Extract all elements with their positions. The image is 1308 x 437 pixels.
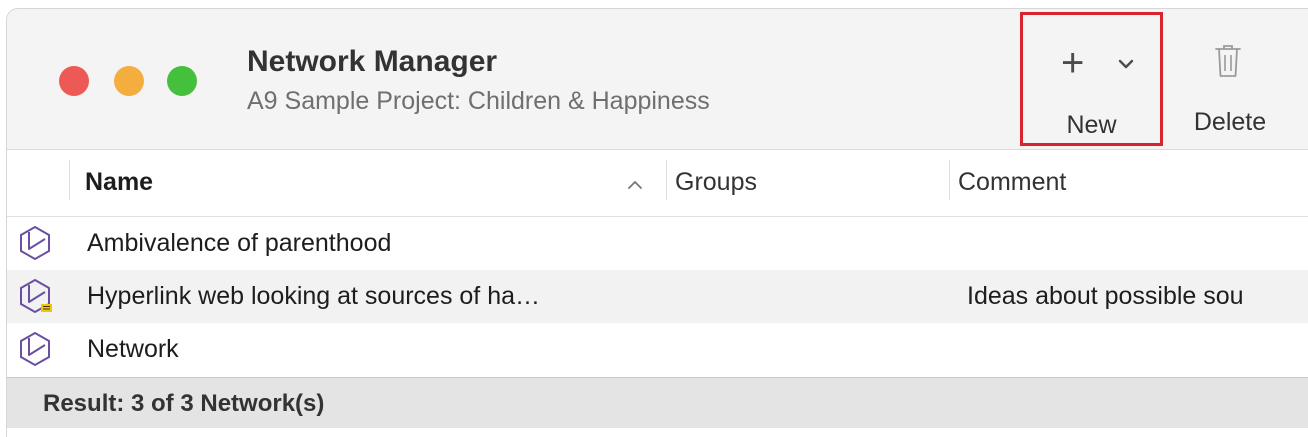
new-button-label: New	[1066, 111, 1117, 139]
column-header-groups[interactable]: Groups	[675, 168, 757, 197]
window-subtitle: A9 Sample Project: Children & Happiness	[247, 87, 710, 115]
new-button[interactable]: + New	[1020, 12, 1163, 146]
chevron-down-icon[interactable]	[1117, 57, 1135, 71]
column-separator[interactable]	[666, 160, 667, 200]
network-icon	[20, 331, 50, 367]
window-title: Network Manager	[247, 45, 498, 78]
table-row[interactable]: Ambivalence of parenthood	[7, 217, 1308, 270]
network-icon	[20, 278, 52, 314]
trash-icon	[1215, 45, 1241, 77]
zoom-window-button[interactable]	[167, 66, 197, 96]
table-row[interactable]: Hyperlink web looking at sources of ha… …	[7, 270, 1308, 323]
table-row[interactable]: Network	[7, 323, 1308, 376]
status-bar: Result: 3 of 3 Network(s)	[7, 377, 1308, 428]
result-count: Result: 3 of 3 Network(s)	[43, 390, 325, 417]
delete-button-label: Delete	[1193, 108, 1267, 136]
column-header-name[interactable]: Name	[85, 168, 153, 197]
row-name: Network	[87, 335, 179, 363]
network-icon	[20, 225, 50, 261]
network-manager-window: Network Manager A9 Sample Project: Child…	[6, 8, 1308, 437]
row-comment: Ideas about possible sou	[967, 282, 1244, 310]
title-bar: Network Manager A9 Sample Project: Child…	[7, 9, 1308, 150]
table-header: Name Groups Comment	[7, 150, 1308, 217]
column-header-comment[interactable]: Comment	[958, 168, 1066, 197]
comment-badge-icon	[41, 304, 52, 312]
close-window-button[interactable]	[59, 66, 89, 96]
plus-icon: +	[1061, 41, 1085, 85]
column-separator[interactable]	[949, 160, 950, 200]
sort-ascending-icon	[628, 181, 642, 189]
delete-button[interactable]: Delete	[1175, 27, 1285, 145]
minimize-window-button[interactable]	[114, 66, 144, 96]
column-separator[interactable]	[69, 160, 70, 200]
row-name: Ambivalence of parenthood	[87, 229, 392, 257]
row-name: Hyperlink web looking at sources of ha…	[87, 282, 541, 310]
